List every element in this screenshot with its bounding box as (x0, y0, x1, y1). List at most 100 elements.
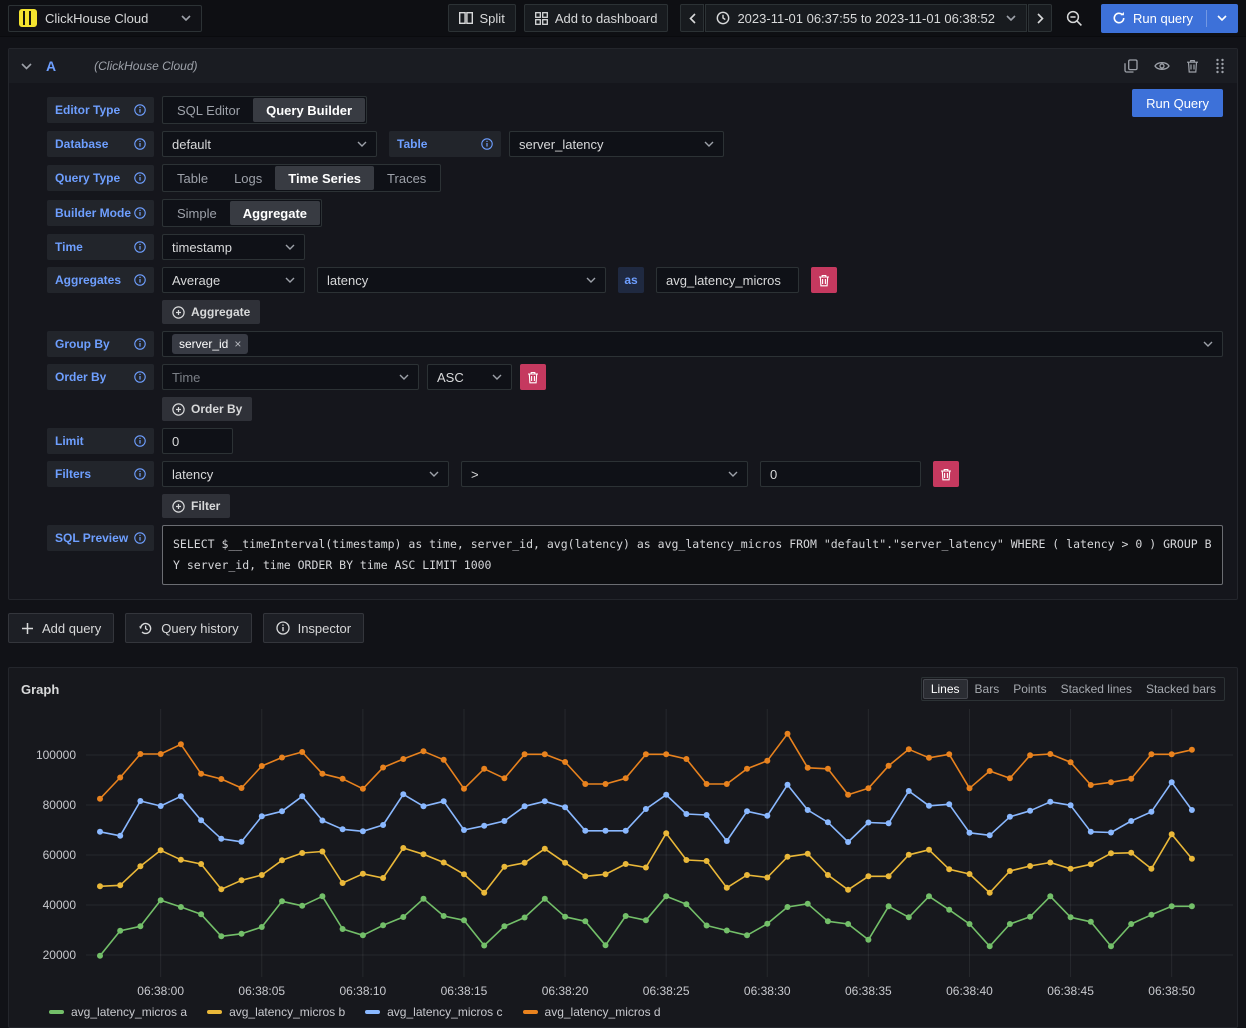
split-button[interactable]: Split (448, 4, 516, 32)
data-point (603, 942, 609, 948)
info-icon[interactable] (134, 532, 146, 544)
filter-field-select[interactable]: latency (162, 461, 449, 487)
data-point (704, 812, 710, 818)
datasource-picker[interactable]: ClickHouse Cloud (8, 5, 202, 32)
option-table[interactable]: Table (164, 166, 221, 190)
data-point (764, 758, 770, 764)
info-icon[interactable] (134, 274, 146, 286)
info-icon[interactable] (134, 371, 146, 383)
data-point (158, 897, 164, 903)
data-point (764, 921, 770, 927)
duplicate-query-icon[interactable] (1124, 59, 1138, 73)
filter-operator-select[interactable]: > (461, 461, 748, 487)
data-point (785, 782, 791, 788)
add-filter-button[interactable]: Filter (162, 494, 230, 518)
database-select[interactable]: default (162, 131, 377, 157)
legend-item[interactable]: avg_latency_micros a (49, 1005, 187, 1019)
add-order-by-button[interactable]: Order By (162, 397, 252, 421)
limit-input[interactable]: 0 (162, 428, 233, 454)
legend-item[interactable]: avg_latency_micros c (365, 1005, 502, 1019)
add-filter-label: Filter (191, 499, 220, 513)
option-traces[interactable]: Traces (374, 166, 439, 190)
order-by-field-select[interactable]: Time (162, 364, 419, 390)
option-sql-editor[interactable]: SQL Editor (164, 98, 253, 122)
label-text: Table (397, 137, 427, 151)
option-logs[interactable]: Logs (221, 166, 275, 190)
collapse-chevron-icon[interactable] (21, 63, 32, 70)
group-by-chip[interactable]: server_id × (172, 334, 248, 354)
aggregate-function-value: Average (172, 273, 220, 288)
data-point (360, 786, 366, 792)
remove-aggregate-button[interactable] (811, 267, 837, 293)
table-select[interactable]: server_latency (509, 131, 724, 157)
inspector-button[interactable]: Inspector (263, 613, 364, 643)
datasource-name: ClickHouse Cloud (45, 11, 173, 26)
data-point (279, 857, 285, 863)
data-point (137, 923, 143, 929)
hide-query-eye-icon[interactable] (1154, 60, 1170, 72)
info-icon[interactable] (134, 104, 146, 116)
option-stacked-bars[interactable]: Stacked bars (1139, 679, 1223, 699)
query-ref-id[interactable]: A (46, 58, 56, 74)
remove-chip-icon[interactable]: × (234, 337, 241, 351)
group-by-multiselect[interactable]: server_id × (162, 331, 1223, 357)
option-stacked-lines[interactable]: Stacked lines (1054, 679, 1139, 699)
info-icon[interactable] (134, 468, 146, 480)
data-point (542, 751, 548, 757)
time-series-chart[interactable]: 06:38:0006:38:0506:38:1006:38:1506:38:20… (9, 703, 1237, 1003)
data-point (1108, 850, 1114, 856)
run-query-button[interactable]: Run query (1101, 4, 1238, 33)
option-bars[interactable]: Bars (968, 679, 1007, 699)
info-icon[interactable] (134, 435, 146, 447)
drag-handle-icon[interactable] (1215, 58, 1225, 74)
time-range-picker[interactable]: 2023-11-01 06:37:55 to 2023-11-01 06:38:… (705, 4, 1027, 32)
option-lines[interactable]: Lines (923, 679, 968, 699)
info-icon[interactable] (481, 138, 493, 150)
data-point (946, 801, 952, 807)
editor-type-label: Editor Type (47, 97, 154, 123)
option-points[interactable]: Points (1006, 679, 1053, 699)
data-point (785, 731, 791, 737)
dashboard-grid-icon (535, 12, 548, 25)
add-aggregate-button[interactable]: Aggregate (162, 300, 260, 324)
info-icon[interactable] (134, 207, 146, 219)
legend-item[interactable]: avg_latency_micros b (207, 1005, 345, 1019)
data-point (319, 818, 325, 824)
data-point (380, 875, 386, 881)
option-simple[interactable]: Simple (164, 201, 230, 225)
zoom-out-button[interactable] (1060, 4, 1089, 32)
time-shift-forward-button[interactable] (1028, 4, 1052, 32)
order-direction-select[interactable]: ASC (427, 364, 512, 390)
remove-order-by-button[interactable] (520, 364, 546, 390)
info-icon[interactable] (134, 338, 146, 350)
data-point (1088, 829, 1094, 835)
sql-preview-text[interactable]: SELECT $__timeInterval(timestamp) as tim… (162, 525, 1223, 585)
option-aggregate[interactable]: Aggregate (230, 201, 320, 225)
time-shift-back-button[interactable] (680, 4, 704, 32)
add-query-button[interactable]: Add query (8, 613, 114, 643)
aggregate-function-select[interactable]: Average (162, 267, 305, 293)
info-icon[interactable] (134, 172, 146, 184)
query-history-button[interactable]: Query history (125, 613, 251, 643)
data-point (643, 865, 649, 871)
filter-value-input[interactable]: 0 (760, 461, 921, 487)
y-axis-tick-label: 20000 (43, 948, 77, 962)
info-icon[interactable] (134, 138, 146, 150)
query-row-header[interactable]: A (ClickHouse Cloud) (9, 49, 1237, 83)
add-to-dashboard-button[interactable]: Add to dashboard (524, 4, 669, 32)
alias-input[interactable]: avg_latency_micros (656, 267, 799, 293)
run-query-inner-button[interactable]: Run Query (1132, 89, 1223, 117)
data-point (1148, 912, 1154, 918)
legend-item[interactable]: avg_latency_micros d (523, 1005, 661, 1019)
info-icon[interactable] (134, 241, 146, 253)
remove-filter-button[interactable] (933, 461, 959, 487)
chevron-down-icon[interactable] (1217, 15, 1227, 21)
option-query-builder[interactable]: Query Builder (253, 98, 365, 122)
data-point (218, 836, 224, 842)
aggregate-column-select[interactable]: latency (317, 267, 606, 293)
option-time-series[interactable]: Time Series (275, 166, 374, 190)
data-point (764, 813, 770, 819)
time-column-select[interactable]: timestamp (162, 234, 305, 260)
delete-query-trash-icon[interactable] (1186, 59, 1199, 73)
data-point (117, 833, 123, 839)
